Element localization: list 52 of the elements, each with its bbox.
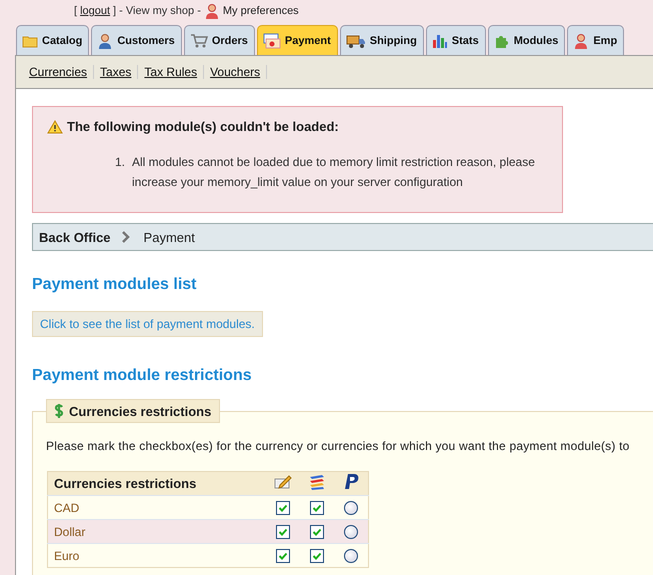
nav-tab[interactable]: Customers	[91, 25, 182, 55]
warning-icon	[47, 120, 63, 134]
books-icon	[308, 474, 326, 490]
nav-tab[interactable]: Shipping	[340, 25, 424, 55]
alert-message: All modules cannot be loaded due to memory limit restriction reason, please increase your memory_limit value on your server configuration	[132, 154, 536, 191]
pencil-note-icon	[274, 474, 292, 490]
checkbox[interactable]	[310, 548, 324, 563]
radio-button[interactable]	[344, 524, 358, 539]
subnav-link[interactable]: Tax Rules	[138, 65, 204, 79]
subnav-link[interactable]: Currencies	[23, 65, 94, 79]
payment-logo-icon	[343, 473, 359, 491]
radio-button[interactable]	[344, 548, 358, 563]
checkbox[interactable]	[276, 524, 290, 539]
cart-icon	[190, 32, 208, 48]
checkbox[interactable]	[310, 524, 324, 539]
truck-icon	[346, 32, 366, 48]
instructions-text: Please mark the checkbox(es) for the currency or currencies for which you want the payment module(s) to	[46, 439, 631, 453]
person-icon	[573, 32, 590, 48]
preferences-link[interactable]: My preferences	[222, 5, 299, 17]
section-heading: Payment module restrictions	[31, 367, 253, 385]
chevron-icon	[122, 231, 130, 243]
nav-tab[interactable]: Payment	[256, 25, 338, 55]
person-icon	[204, 3, 220, 19]
nav-tab[interactable]: Modules	[488, 25, 566, 55]
column-header: Currencies restrictions	[54, 476, 196, 491]
dollar-icon	[54, 403, 64, 419]
card-icon	[262, 32, 281, 48]
folder-icon	[22, 34, 38, 48]
list-number: 1.	[115, 154, 126, 171]
currency-name: CAD	[54, 500, 80, 514]
checkbox[interactable]	[276, 548, 290, 563]
nav-tab[interactable]: Emp	[567, 25, 624, 55]
bar-chart-icon	[432, 32, 448, 48]
subnav-link[interactable]: Taxes	[94, 65, 138, 79]
section-heading: Payment modules list	[31, 276, 198, 294]
checkbox[interactable]	[276, 500, 290, 515]
view-shop-text: ] - View my shop -	[113, 5, 201, 17]
currency-name: Euro	[54, 548, 80, 562]
bracket-text: [	[74, 5, 78, 17]
nav-tab[interactable]: Orders	[184, 25, 255, 55]
checkbox[interactable]	[310, 500, 324, 515]
fieldset-legend: Currencies restrictions	[46, 399, 220, 423]
radio-button[interactable]	[344, 500, 358, 515]
person-icon	[97, 32, 114, 48]
breadcrumb-current: Payment	[144, 230, 195, 244]
breadcrumb-link[interactable]: Back Office	[39, 230, 111, 244]
alert-title: The following module(s) couldn't be loaded:	[67, 119, 339, 134]
nav-tab[interactable]: Stats	[426, 25, 486, 55]
nav-tab[interactable]: Catalog	[16, 25, 90, 55]
currency-name: Dollar	[54, 524, 86, 538]
logout-link[interactable]: logout	[80, 5, 110, 17]
subnav-link[interactable]: Vouchers	[204, 65, 268, 79]
